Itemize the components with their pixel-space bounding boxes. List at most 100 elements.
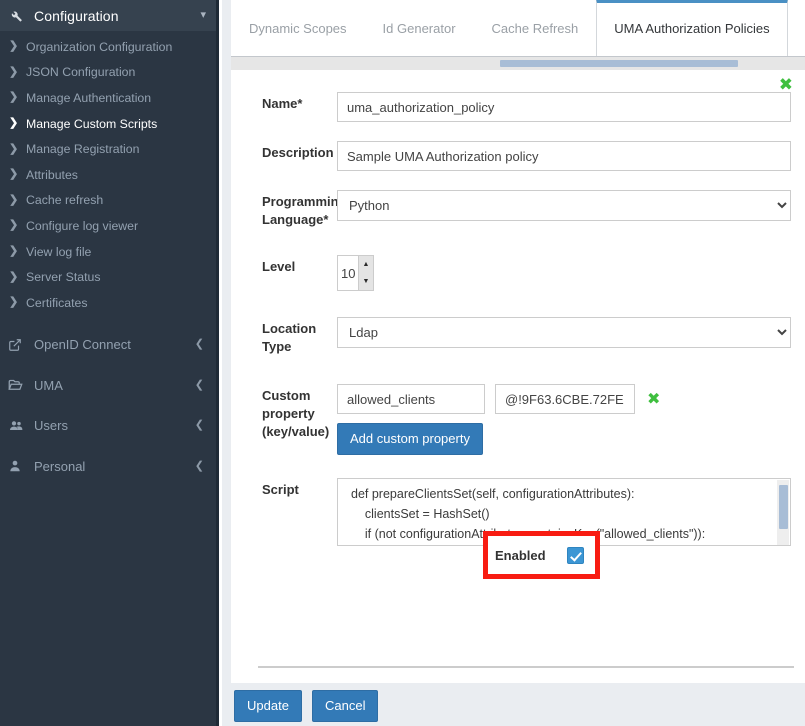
- stepper-down-icon[interactable]: ▼: [359, 273, 373, 290]
- programming-language-select[interactable]: Python: [337, 190, 791, 221]
- script-label: Script: [262, 482, 299, 497]
- form-row-description: Description: [231, 141, 805, 171]
- tab-cache-refresh[interactable]: Cache Refresh: [473, 0, 597, 56]
- add-custom-property-button[interactable]: Add custom property: [337, 423, 483, 455]
- sidebar-menu-list: ❯ Organization Configuration ❯ JSON Conf…: [0, 31, 216, 316]
- external-link-icon: [8, 338, 30, 352]
- tab-label: Dynamic Scopes: [249, 20, 347, 36]
- sidebar-header-configuration[interactable]: Configuration ▾: [0, 0, 216, 31]
- chevron-right-icon: ❯: [9, 270, 19, 283]
- chevron-right-icon: ❯: [9, 65, 19, 78]
- custom-property-value-input[interactable]: [495, 384, 635, 414]
- tab-uma-authorization-policies[interactable]: UMA Authorization Policies: [596, 0, 788, 56]
- location-type-select[interactable]: Ldap: [337, 317, 791, 348]
- sidebar-group-uma[interactable]: UMA ❮: [0, 365, 216, 406]
- sidebar-item-organization-configuration[interactable]: ❯ Organization Configuration: [0, 34, 216, 60]
- custom-property-key-input[interactable]: [337, 384, 485, 414]
- chevron-right-icon: ❯: [9, 219, 19, 232]
- cancel-button[interactable]: Cancel: [312, 690, 379, 722]
- chevron-right-icon: ❯: [9, 296, 19, 309]
- custom-script-form: Name* Description Programming Language*: [231, 92, 805, 546]
- sidebar-group-label: Users: [34, 418, 68, 434]
- sidebar-item-cache-refresh[interactable]: ❯ Cache refresh: [0, 188, 216, 214]
- chevron-left-icon: ❮: [194, 338, 204, 351]
- sidebar-item-view-log-file[interactable]: ❯ View log file: [0, 239, 216, 265]
- sidebar-item-server-status[interactable]: ❯ Server Status: [0, 264, 216, 290]
- sidebar-item-label: Configure log viewer: [26, 218, 139, 233]
- chevron-right-icon: ❯: [9, 40, 19, 53]
- description-label: Description: [262, 145, 334, 160]
- sidebar-item-label: Server Status: [26, 270, 101, 285]
- enabled-highlight-box: Enabled: [483, 531, 600, 579]
- chevron-left-icon: ❮: [194, 378, 204, 391]
- delete-custom-property-icon[interactable]: ✖: [647, 391, 660, 407]
- app-root: Configuration ▾ ❯ Organization Configura…: [0, 0, 805, 726]
- sidebar-group-label: Personal: [34, 458, 86, 474]
- level-stepper[interactable]: ▲ ▼: [337, 255, 374, 291]
- script-edit-panel: ✖ Name* Description Programming Language…: [231, 70, 805, 726]
- form-row-location-type: Location Type Ldap: [231, 317, 805, 356]
- tab-label: Id Generator: [382, 20, 456, 36]
- sidebar-item-label: Certificates: [26, 295, 88, 310]
- sidebar-item-certificates[interactable]: ❯ Certificates: [0, 290, 216, 316]
- update-button[interactable]: Update: [234, 690, 302, 722]
- user-icon: [8, 459, 30, 473]
- level-label: Level: [262, 259, 296, 274]
- script-scrollbar-thumb[interactable]: [779, 485, 788, 529]
- script-line: clientsSet = HashSet(): [351, 507, 490, 521]
- folder-open-icon: [8, 378, 30, 393]
- sidebar-item-label: Attributes: [26, 167, 78, 182]
- sidebar-item-label: JSON Configuration: [26, 65, 136, 80]
- script-line: def prepareClientsSet(self, configuratio…: [351, 487, 635, 501]
- tab-strip: Dynamic Scopes Id Generator Cache Refres…: [231, 0, 805, 57]
- section-divider: [258, 666, 794, 668]
- sidebar-item-label: Manage Custom Scripts: [26, 116, 158, 131]
- chevron-right-icon: ❯: [9, 168, 19, 181]
- chevron-down-icon[interactable]: ▾: [200, 10, 206, 21]
- form-footer: Update Cancel: [222, 683, 805, 726]
- sidebar: Configuration ▾ ❯ Organization Configura…: [0, 0, 219, 726]
- tab-application-session[interactable]: Appli: [787, 0, 805, 56]
- sidebar-item-configure-log-viewer[interactable]: ❯ Configure log viewer: [0, 213, 216, 239]
- custom-property-label: Custom property (key/value): [262, 388, 330, 439]
- sidebar-item-label: View log file: [26, 244, 92, 259]
- sidebar-item-label: Cache refresh: [26, 193, 104, 208]
- tab-id-generator[interactable]: Id Generator: [364, 0, 474, 56]
- form-row-level: Level ▲ ▼: [231, 255, 805, 291]
- sidebar-item-attributes[interactable]: ❯ Attributes: [0, 162, 216, 188]
- description-input[interactable]: [337, 141, 791, 171]
- wrench-icon: [9, 9, 27, 23]
- sidebar-divider: [0, 316, 216, 325]
- chevron-left-icon: ❮: [194, 459, 204, 472]
- sidebar-item-label: Manage Registration: [26, 142, 140, 157]
- form-row-programming-language: Programming Language* Python: [231, 190, 805, 229]
- chevron-left-icon: ❮: [194, 419, 204, 432]
- enabled-label: Enabled: [495, 547, 546, 563]
- sidebar-group-users[interactable]: Users ❮: [0, 406, 216, 447]
- sidebar-item-label: Organization Configuration: [26, 39, 173, 54]
- level-input[interactable]: [338, 256, 358, 290]
- sidebar-item-json-configuration[interactable]: ❯ JSON Configuration: [0, 60, 216, 86]
- stepper-up-icon[interactable]: ▲: [359, 256, 373, 273]
- name-label: Name*: [262, 96, 303, 111]
- horizontal-scrollbar-thumb[interactable]: [500, 60, 738, 67]
- sidebar-item-label: Manage Authentication: [26, 90, 152, 105]
- enabled-checkbox[interactable]: [566, 546, 584, 564]
- chevron-right-icon: ❯: [9, 193, 19, 206]
- name-input[interactable]: [337, 92, 791, 122]
- sidebar-item-manage-registration[interactable]: ❯ Manage Registration: [0, 136, 216, 162]
- tab-label: UMA Authorization Policies: [614, 21, 770, 36]
- tab-dynamic-scopes[interactable]: Dynamic Scopes: [231, 0, 365, 56]
- location-type-label: Location Type: [262, 321, 317, 354]
- form-row-name: Name*: [231, 92, 805, 122]
- chevron-right-icon: ❯: [9, 117, 19, 130]
- form-row-custom-property: Custom property (key/value) ✖ Add custom…: [231, 384, 805, 455]
- tab-label: Cache Refresh: [491, 20, 579, 36]
- sidebar-group-personal[interactable]: Personal ❮: [0, 446, 216, 487]
- sidebar-item-manage-authentication[interactable]: ❯ Manage Authentication: [0, 85, 216, 111]
- chevron-right-icon: ❯: [9, 245, 19, 258]
- chevron-right-icon: ❯: [9, 142, 19, 155]
- sidebar-item-manage-custom-scripts[interactable]: ❯ Manage Custom Scripts: [0, 111, 216, 137]
- sidebar-group-openid-connect[interactable]: OpenID Connect ❮: [0, 325, 216, 366]
- main-content: Dynamic Scopes Id Generator Cache Refres…: [222, 0, 805, 726]
